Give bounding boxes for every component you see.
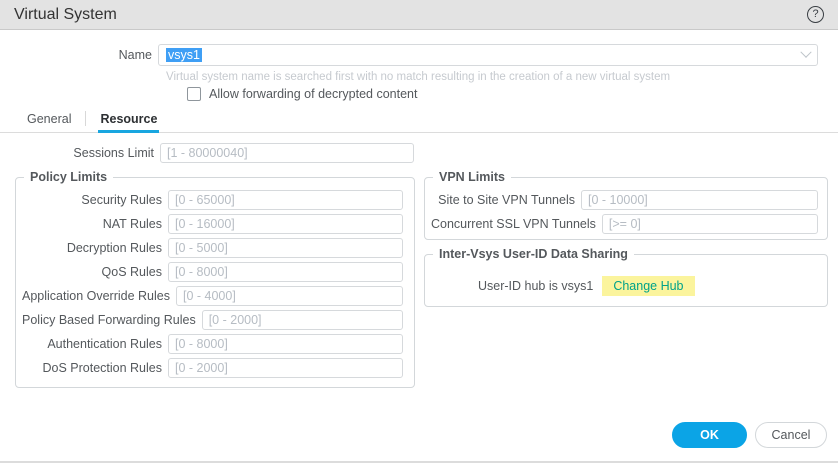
name-combobox[interactable]: vsys1 [158,44,818,66]
tab-general[interactable]: General [25,108,73,132]
name-value: vsys1 [166,48,202,62]
sessions-limit-input[interactable] [160,143,414,163]
name-label: Name [0,48,158,62]
field-row: DoS Protection Rules [22,357,403,379]
field-row: NAT Rules [22,213,403,235]
sessions-limit-row: Sessions Limit [0,143,414,163]
authentication-rules-input[interactable] [168,334,403,354]
decryption-rules-label: Decryption Rules [22,241,168,255]
vpn-limits-title: VPN Limits [433,170,511,184]
field-row: Site to Site VPN Tunnels [431,189,818,211]
application-override-rules-label: Application Override Rules [22,289,176,303]
dos-protection-rules-label: DoS Protection Rules [22,361,168,375]
field-row: Authentication Rules [22,333,403,355]
policy-limits-section: Policy Limits Security Rules NAT Rules D… [15,170,415,388]
chevron-down-icon[interactable] [800,47,811,58]
vpn-limits-section: VPN Limits Site to Site VPN Tunnels Conc… [424,170,828,240]
sessions-limit-label: Sessions Limit [0,146,160,160]
ok-button[interactable]: OK [672,422,747,448]
dos-protection-rules-input[interactable] [168,358,403,378]
field-row: Decryption Rules [22,237,403,259]
help-icon[interactable]: ? [807,6,824,23]
name-helper-text: Virtual system name is searched first wi… [166,71,670,83]
qos-rules-input[interactable] [168,262,403,282]
field-row: Application Override Rules [22,285,403,307]
name-row: Name vsys1 [0,44,818,66]
allow-forwarding-label: Allow forwarding of decrypted content [209,87,417,101]
site-to-site-vpn-tunnels-input[interactable] [581,190,818,210]
security-rules-label: Security Rules [22,193,168,207]
field-row: Security Rules [22,189,403,211]
inter-vsys-user-id-section: Inter-Vsys User-ID Data Sharing User-ID … [424,247,828,307]
security-rules-input[interactable] [168,190,403,210]
footer: OK Cancel [672,422,827,448]
policy-based-forwarding-rules-label: Policy Based Forwarding Rules [22,313,202,327]
tab-separator [85,111,86,126]
concurrent-ssl-vpn-tunnels-input[interactable] [602,214,818,234]
field-row: Concurrent SSL VPN Tunnels [431,213,818,235]
field-row: Policy Based Forwarding Rules [22,309,403,331]
page-title: Virtual System [14,6,117,24]
dialog-header: Virtual System ? [0,0,838,30]
site-to-site-vpn-tunnels-label: Site to Site VPN Tunnels [431,193,581,207]
field-row: QoS Rules [22,261,403,283]
tab-resource[interactable]: Resource [98,108,159,133]
change-hub-link[interactable]: Change Hub [602,276,694,296]
qos-rules-label: QoS Rules [22,265,168,279]
tab-bar: General Resource [0,108,838,133]
inter-vsys-user-id-title: Inter-Vsys User-ID Data Sharing [433,247,634,261]
nat-rules-label: NAT Rules [22,217,168,231]
application-override-rules-input[interactable] [176,286,403,306]
policy-limits-title: Policy Limits [24,170,113,184]
virtual-system-dialog: Virtual System ? Name vsys1 Virtual syst… [0,0,838,463]
allow-forwarding-row: Allow forwarding of decrypted content [187,87,417,101]
decryption-rules-input[interactable] [168,238,403,258]
authentication-rules-label: Authentication Rules [22,337,168,351]
user-id-hub-row: User-ID hub is vsys1 Change Hub [478,276,818,296]
nat-rules-input[interactable] [168,214,403,234]
allow-forwarding-checkbox[interactable] [187,87,201,101]
concurrent-ssl-vpn-tunnels-label: Concurrent SSL VPN Tunnels [431,217,602,231]
policy-based-forwarding-rules-input[interactable] [202,310,403,330]
user-id-hub-status: User-ID hub is vsys1 [478,279,593,293]
cancel-button[interactable]: Cancel [755,422,827,448]
